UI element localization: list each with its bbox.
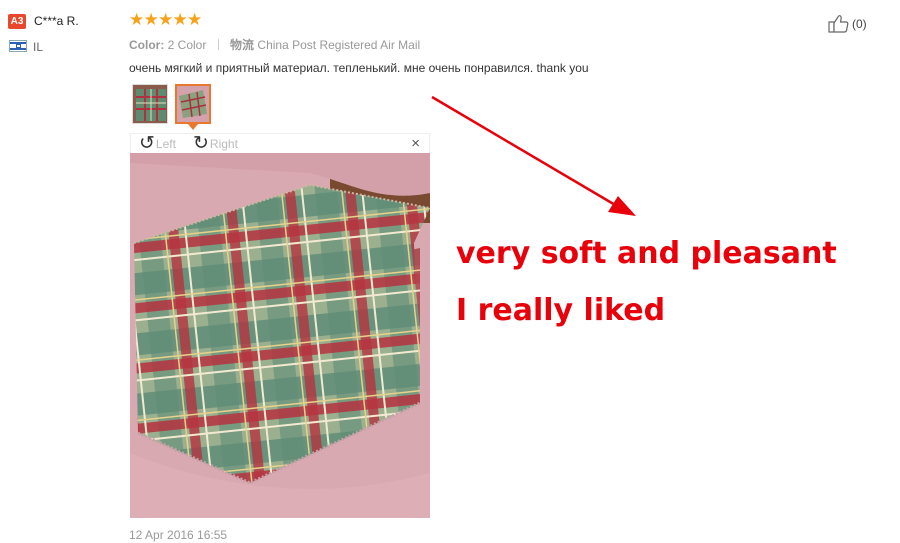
star-icon: ★ [143, 10, 159, 29]
rotate-left-label: Left [155, 137, 176, 151]
photo-viewer-toolbar: ↺ Left ↻ Right × [130, 133, 430, 153]
annotation-text-line-2: I really liked [456, 293, 666, 328]
color-label: Color: [129, 38, 165, 52]
star-icon: ★ [187, 10, 203, 29]
thumbs-up-icon [828, 15, 849, 33]
divider [217, 39, 219, 50]
helpful-count: (0) [852, 17, 867, 31]
rotate-right-label: Right [209, 137, 238, 151]
star-icon: ★ [172, 10, 188, 29]
review-photo-thumbnail-selected[interactable] [175, 84, 211, 124]
helpful-button[interactable]: (0) [828, 14, 867, 34]
review-photo-large[interactable] [130, 153, 430, 518]
review-photo-thumbnail[interactable] [132, 84, 168, 124]
shipping-value: China Post Registered Air Mail [257, 38, 421, 52]
annotation-text-line-1: very soft and pleasant [456, 236, 837, 271]
reviewer-country: IL [33, 40, 44, 54]
review-text: очень мягкий и приятный материал. теплен… [129, 61, 589, 75]
reviewer-name[interactable]: C***a R. [34, 14, 79, 28]
review-date: 12 Apr 2016 16:55 [129, 528, 228, 542]
rotate-right-icon: ↻ [193, 133, 209, 154]
rotate-right-button[interactable]: ↻ Right [193, 133, 238, 154]
reviewer-level-badge: A3 [8, 14, 26, 29]
star-icon: ★ [158, 10, 174, 29]
shipping-label: 物流 [230, 38, 255, 52]
star-rating: ★ ★ ★ ★ ★ [129, 10, 202, 30]
close-icon[interactable]: × [411, 135, 420, 153]
star-icon: ★ [129, 10, 145, 29]
selected-thumbnail-pointer [188, 124, 198, 130]
rotate-left-button[interactable]: ↺ Left [139, 133, 176, 154]
rotate-left-icon: ↺ [139, 133, 155, 154]
order-info: Color: 2 Color 物流 China Post Registered … [129, 36, 420, 53]
color-value: 2 Color [167, 38, 207, 52]
israel-flag-icon [9, 40, 27, 52]
